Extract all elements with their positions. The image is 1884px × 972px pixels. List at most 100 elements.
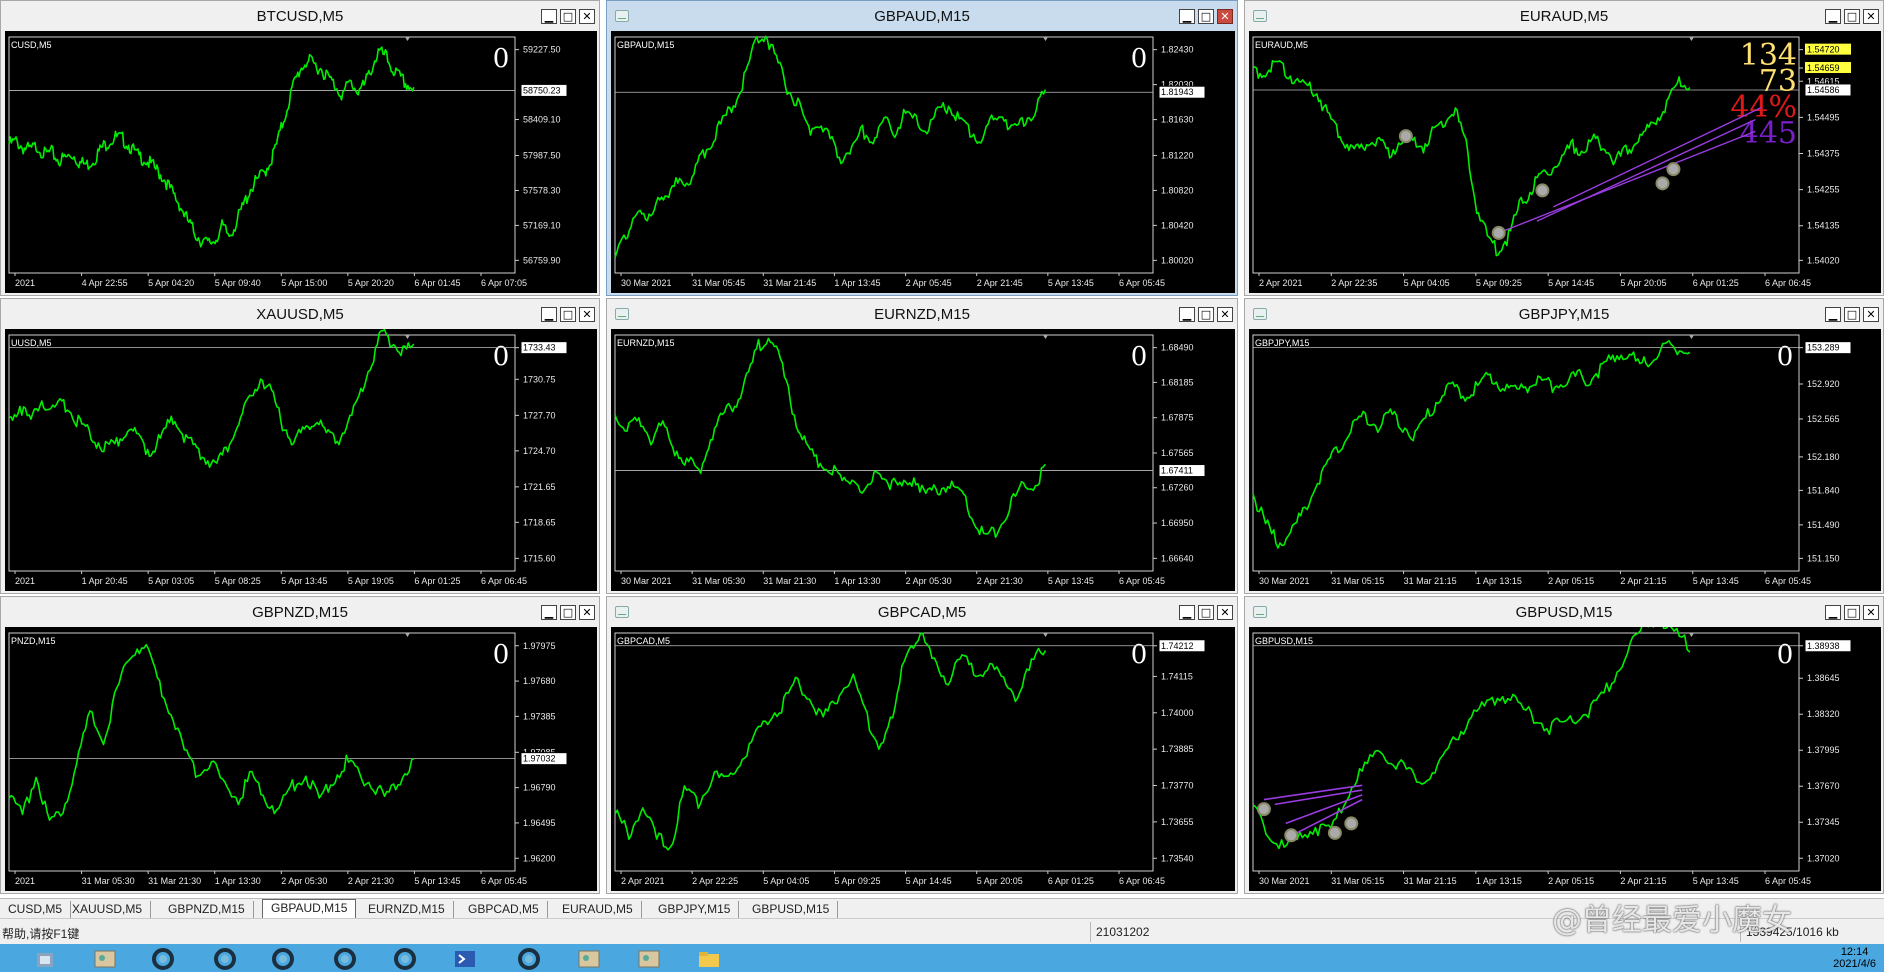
trade-marker-icon[interactable] bbox=[1284, 828, 1299, 843]
price-chart[interactable]: CUSD,M5 0 59227.50 58409.10 57987.50 57578.30… bbox=[5, 31, 597, 293]
chart-tab-gbpnzd-m15[interactable]: GBPNZD,M15 bbox=[160, 901, 254, 918]
minimize-button[interactable]: ▁ bbox=[1179, 307, 1195, 322]
trade-marker-icon[interactable] bbox=[1491, 225, 1506, 240]
terminal-icon[interactable] bbox=[150, 947, 176, 971]
shift-marker-icon[interactable] bbox=[1689, 633, 1694, 637]
price-chart[interactable]: GBPCAD,M5 0 1.74212 1.74115 1.74000 1.73885 1.… bbox=[611, 627, 1235, 891]
maximize-button[interactable]: □ bbox=[560, 307, 576, 322]
chart-window-eurnzd-m15[interactable]: EURNZD,M15 ▁ □ ✕ EURNZD,M15 0 1.68490 1.68185 1.… bbox=[606, 298, 1238, 594]
minimize-button[interactable]: ▁ bbox=[1825, 605, 1841, 620]
chart-window-euraud-m5[interactable]: EURAUD,M5 ▁ □ ✕ EURAUD,M5 1.54720 1.54659 1.546… bbox=[1244, 0, 1884, 296]
price-chart-canvas[interactable]: PNZD,M1501.979751.976801.973851.970851.9… bbox=[5, 627, 597, 891]
close-button[interactable]: ✕ bbox=[1217, 9, 1233, 24]
maximize-button[interactable]: □ bbox=[560, 605, 576, 620]
close-button[interactable]: ✕ bbox=[579, 307, 595, 322]
price-chart-canvas[interactable]: EURAUD,M5 1.547201.546591.546151.544951.5… bbox=[1249, 31, 1881, 293]
terminal-icon[interactable] bbox=[212, 947, 238, 971]
minimize-button[interactable]: ▁ bbox=[1825, 9, 1841, 24]
terminal-icon[interactable] bbox=[392, 947, 418, 971]
minimize-button[interactable]: ▁ bbox=[541, 307, 557, 322]
close-button[interactable]: ✕ bbox=[1217, 605, 1233, 620]
window-titlebar[interactable]: GBPAUD,M15 ▁ □ ✕ bbox=[607, 1, 1237, 31]
price-chart-canvas[interactable]: GBPAUD,M15 0 1.824301.820301.816301.812201… bbox=[611, 31, 1235, 293]
price-chart-canvas[interactable]: EURNZD,M15 0 1.68490 1.68185 1.67875 1.67565 1… bbox=[611, 329, 1235, 591]
window-titlebar[interactable]: XAUUSD,M5 ▁ □ ✕ bbox=[1, 299, 599, 329]
chart-window-gbpjpy-m15[interactable]: GBPJPY,M15 ▁□✕ GBPJPY,M15 0 153.289 152.920 15… bbox=[1244, 298, 1884, 594]
maximize-button[interactable]: □ bbox=[1844, 9, 1860, 24]
minimize-button[interactable]: ▁ bbox=[541, 605, 557, 620]
close-button[interactable]: ✕ bbox=[1863, 307, 1879, 322]
chart-tab-eurnzd-m15[interactable]: EURNZD,M15 bbox=[360, 901, 454, 918]
price-chart[interactable]: PNZD,M1501.979751.976801.973851.970851.9… bbox=[5, 627, 597, 891]
chart-window-gbpnzd-m15[interactable]: GBPNZD,M15 ▁ □ ✕ PNZD,M15 0 1.97975 1.97680 1.97… bbox=[0, 596, 600, 894]
maximize-button[interactable]: □ bbox=[1198, 9, 1214, 24]
close-button[interactable]: ✕ bbox=[1863, 9, 1879, 24]
trade-marker-icon[interactable] bbox=[1256, 802, 1271, 817]
price-chart[interactable]: UUSD,M5 0 1733.43 1730.75 1727.70 1724.70 1721… bbox=[5, 329, 597, 591]
close-button[interactable]: ✕ bbox=[579, 9, 595, 24]
chart-tab-euraud-m5[interactable]: EURAUD,M5 bbox=[554, 901, 642, 918]
shift-marker-icon[interactable] bbox=[1043, 633, 1048, 637]
maximize-button[interactable]: □ bbox=[1844, 605, 1860, 620]
tool-icon[interactable] bbox=[32, 947, 58, 971]
price-chart-canvas[interactable]: GBPCAD,M5 0 1.74212 1.74115 1.74000 1.73885 1.… bbox=[611, 627, 1235, 891]
chart-window-btcusd-m5[interactable]: BTCUSD,M5 ▁ □ ✕ CUSD,M5 0 59227.50 58409.10 5798… bbox=[0, 0, 600, 296]
trade-marker-icon[interactable] bbox=[1535, 183, 1550, 198]
window-titlebar[interactable]: EURAUD,M5 ▁ □ ✕ bbox=[1245, 1, 1883, 31]
window-titlebar[interactable]: GBPUSD,M15 ▁ □ ✕ bbox=[1245, 597, 1883, 627]
trade-marker-icon[interactable] bbox=[1327, 825, 1342, 840]
shift-marker-icon[interactable] bbox=[405, 37, 410, 41]
price-chart[interactable]: GBPJPY,M15 0 153.289 152.920 152.565 152.180 1… bbox=[1249, 329, 1881, 591]
window-titlebar[interactable]: BTCUSD,M5 ▁ □ ✕ bbox=[1, 1, 599, 31]
close-button[interactable]: ✕ bbox=[1217, 307, 1233, 322]
window-titlebar[interactable]: GBPJPY,M15 ▁ □ ✕ bbox=[1245, 299, 1883, 329]
chart-tab-cusd-m5[interactable]: CUSD,M5 bbox=[0, 901, 72, 918]
chart-tab-gbpusd-m15[interactable]: GBPUSD,M15 bbox=[744, 901, 839, 918]
chart-tab-gbpaud-m15[interactable]: GBPAUD,M15 bbox=[262, 899, 357, 919]
trade-marker-icon[interactable] bbox=[1666, 162, 1681, 177]
shift-marker-icon[interactable] bbox=[1043, 335, 1048, 339]
price-chart-canvas[interactable]: UUSD,M5 0 1733.43 1730.75 1727.70 1724.70 1721… bbox=[5, 329, 597, 591]
price-chart-canvas[interactable]: GBPJPY,M15 0 153.289 152.920 152.565 152.180 1… bbox=[1249, 329, 1881, 591]
window-titlebar[interactable]: GBPCAD,M5 ▁ □ ✕ bbox=[607, 597, 1237, 627]
minimize-button[interactable]: ▁ bbox=[1179, 9, 1195, 24]
close-button[interactable]: ✕ bbox=[579, 605, 595, 620]
maximize-button[interactable]: □ bbox=[1198, 605, 1214, 620]
trendline[interactable] bbox=[1536, 118, 1756, 222]
trade-marker-icon[interactable] bbox=[1344, 816, 1359, 831]
price-chart-canvas[interactable]: CUSD,M5 0 59227.50 58409.10 57987.50 57578.30… bbox=[5, 31, 597, 293]
terminal-icon[interactable] bbox=[516, 947, 542, 971]
window-titlebar[interactable]: EURNZD,M15 ▁ □ ✕ bbox=[607, 299, 1237, 329]
maximize-button[interactable]: □ bbox=[1844, 307, 1860, 322]
folder-icon[interactable] bbox=[696, 947, 722, 971]
maximize-button[interactable]: □ bbox=[1198, 307, 1214, 322]
chart-tab-xauusd-m5[interactable]: XAUUSD,M5 bbox=[64, 901, 152, 918]
minimize-button[interactable]: ▁ bbox=[1825, 307, 1841, 322]
price-chart[interactable]: EURAUD,M5 1.54720 1.54659 1.54615 1.54495 1.5… bbox=[1249, 31, 1881, 293]
shift-marker-icon[interactable] bbox=[405, 335, 410, 339]
chart-tab-gbpcad-m5[interactable]: GBPCAD,M5 bbox=[460, 901, 548, 918]
minimize-button[interactable]: ▁ bbox=[1179, 605, 1195, 620]
terminal-icon[interactable] bbox=[270, 947, 296, 971]
window-titlebar[interactable]: GBPNZD,M15 ▁ □ ✕ bbox=[1, 597, 599, 627]
trade-marker-icon[interactable] bbox=[1655, 176, 1670, 191]
system-clock[interactable]: 12:14 2021/4/6 bbox=[1833, 946, 1876, 970]
chart-window-gbpaud-m15[interactable]: GBPAUD,M15 ▁ □ ✕ GBPAUD,M15 0 1.82430 1.82030 1.… bbox=[606, 0, 1238, 296]
chart-window-xauusd-m5[interactable]: XAUUSD,M5 ▁□✕ UUSD,M5 0 1733.43 1730.75 1727.7… bbox=[0, 298, 600, 594]
maximize-button[interactable]: □ bbox=[560, 9, 576, 24]
price-chart[interactable]: GBPAUD,M15 0 1.82430 1.82030 1.81630 1.81220 1… bbox=[611, 31, 1235, 293]
image-editor-icon[interactable] bbox=[92, 947, 118, 971]
image-editor-icon[interactable] bbox=[576, 947, 602, 971]
chart-window-gbpcad-m5[interactable]: GBPCAD,M5 ▁□✕ GBPCAD,M5 0 1.74212 1.74115 1.74… bbox=[606, 596, 1238, 894]
shift-marker-icon[interactable] bbox=[1043, 37, 1048, 41]
shift-marker-icon[interactable] bbox=[1689, 335, 1694, 339]
shift-marker-icon[interactable] bbox=[1689, 37, 1694, 41]
image-editor-icon[interactable] bbox=[636, 947, 662, 971]
chart-tab-gbpjpy-m15[interactable]: GBPJPY,M15 bbox=[650, 901, 740, 918]
price-chart[interactable]: EURNZD,M15 0 1.68490 1.68185 1.67875 1.67565 1… bbox=[611, 329, 1235, 591]
price-chart-canvas[interactable]: GBPUSD,M15 0 1.38938 1.38645 1.38320 1.37995 1… bbox=[1249, 627, 1881, 891]
close-button[interactable]: ✕ bbox=[1863, 605, 1879, 620]
trendline[interactable] bbox=[1498, 130, 1756, 234]
trade-marker-icon[interactable] bbox=[1398, 129, 1413, 144]
chart-window-gbpusd-m15[interactable]: GBPUSD,M15 ▁□✕ GBPUSD,M15 0 1.38938 1.38645 1.… bbox=[1244, 596, 1884, 894]
